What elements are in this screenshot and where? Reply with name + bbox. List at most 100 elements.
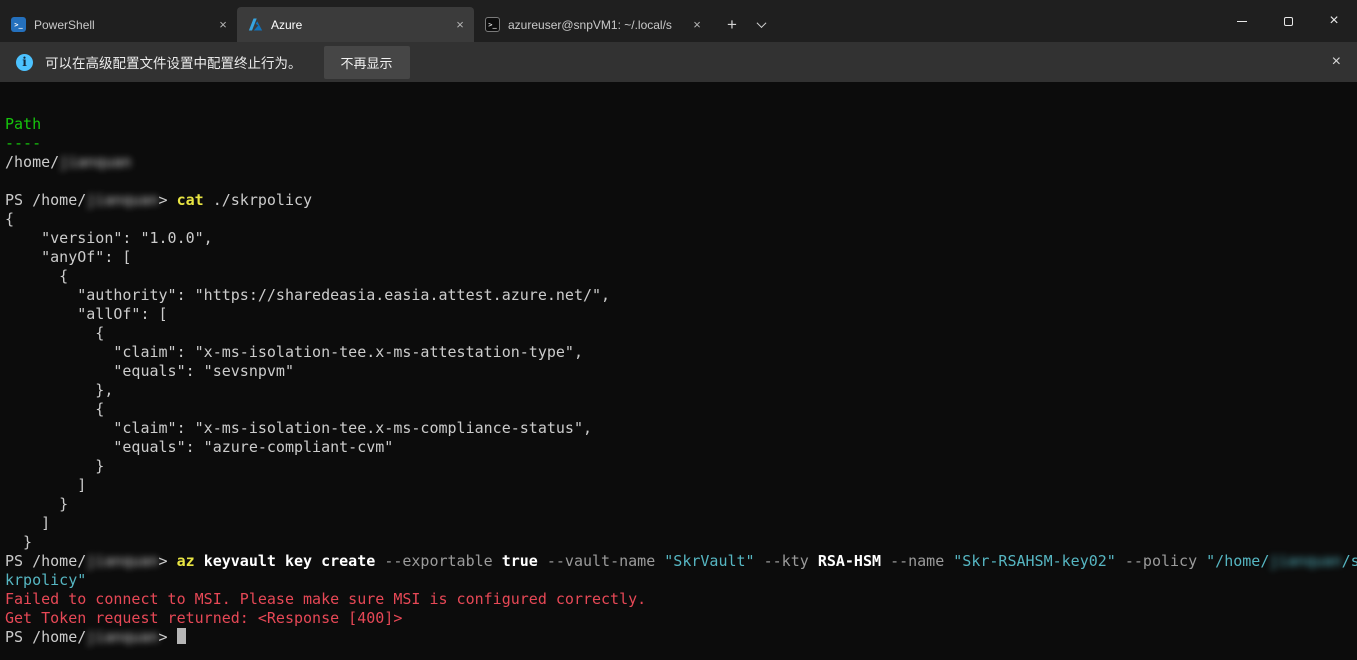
terminal-text: Path: [5, 115, 42, 133]
tab-close-icon[interactable]: ×: [215, 17, 231, 33]
azure-icon: [248, 17, 263, 32]
tab-close-icon[interactable]: ×: [689, 17, 705, 33]
terminal-text: "claim": "x-ms-isolation-tee.x-ms-compli…: [5, 419, 592, 437]
terminal-text: RSA-HSM: [817, 552, 882, 570]
terminal-text: {: [5, 210, 15, 228]
terminal-text: PS /home/: [5, 628, 87, 646]
minimize-button[interactable]: [1219, 0, 1265, 42]
terminal-text: keyvault key create: [203, 552, 376, 570]
terminal-line: "anyOf": [: [5, 248, 1357, 267]
notification-bar: i 可以在高级配置文件设置中配置终止行为。 不再显示 ×: [0, 42, 1357, 82]
redacted-text: jianquan: [86, 628, 159, 646]
terminal-text: PS /home/: [5, 552, 87, 570]
terminal-line: "claim": "x-ms-isolation-tee.x-ms-attest…: [5, 343, 1357, 362]
terminal-text: --vault-name: [546, 552, 656, 570]
close-button[interactable]: ×: [1311, 0, 1357, 42]
terminal-text: az: [176, 552, 195, 570]
terminal-line: {: [5, 267, 1357, 286]
terminal-line: }: [5, 495, 1357, 514]
terminal-window: >_ PowerShell × Azure × >_ azureuser@snp…: [0, 0, 1357, 660]
console-icon: >_: [485, 17, 500, 32]
terminal-text: true: [501, 552, 538, 570]
terminal-text: ]: [5, 476, 87, 494]
terminal-text: /s: [1341, 552, 1357, 570]
window-controls: ×: [1219, 0, 1357, 42]
terminal-text: },: [5, 381, 114, 399]
terminal-line: PS /home/jianquan> az keyvault key creat…: [5, 552, 1357, 571]
tab-ssh-session[interactable]: >_ azureuser@snpVM1: ~/.local/s ×: [474, 7, 711, 42]
terminal-line: "claim": "x-ms-isolation-tee.x-ms-compli…: [5, 419, 1357, 438]
terminal-text: }: [5, 533, 33, 551]
close-icon: ×: [1329, 12, 1339, 29]
terminal-text: >: [158, 191, 177, 209]
tab-powershell[interactable]: >_ PowerShell ×: [0, 7, 237, 42]
terminal-line: {: [5, 210, 1357, 229]
tab-close-icon[interactable]: ×: [452, 17, 468, 33]
terminal-text: {: [5, 400, 105, 418]
terminal-line: }: [5, 457, 1357, 476]
terminal-line: },: [5, 381, 1357, 400]
new-tab-button[interactable]: +: [717, 7, 747, 42]
powershell-icon: >_: [11, 17, 26, 32]
terminal-text: Failed to connect to MSI. Please make su…: [5, 590, 647, 608]
terminal-text: "version": "1.0.0",: [5, 229, 213, 247]
tab-dropdown-button[interactable]: [747, 7, 775, 42]
redacted-text: jianquan: [86, 552, 159, 570]
terminal-text: {: [5, 324, 105, 342]
terminal-line: ]: [5, 476, 1357, 495]
terminal-line: "equals": "azure-compliant-cvm": [5, 438, 1357, 457]
maximize-icon: [1283, 16, 1293, 26]
terminal-line: }: [5, 533, 1357, 552]
terminal-text: }: [5, 457, 105, 475]
terminal-text: {: [5, 267, 69, 285]
terminal-text: --name: [890, 552, 945, 570]
terminal-line: "equals": "sevsnpvm": [5, 362, 1357, 381]
tab-azure[interactable]: Azure ×: [237, 7, 474, 42]
terminal-line: "allOf": [: [5, 305, 1357, 324]
terminal-text: ./skrpolicy: [203, 191, 313, 209]
redacted-text: jianquan: [59, 153, 132, 171]
terminal-text: "equals": "azure-compliant-cvm": [5, 438, 394, 456]
terminal-text: ----: [5, 134, 42, 152]
titlebar[interactable]: >_ PowerShell × Azure × >_ azureuser@snp…: [0, 0, 1357, 42]
maximize-button[interactable]: [1265, 0, 1311, 42]
terminal-text: --exportable: [384, 552, 493, 570]
terminal-line: krpolicy": [5, 571, 1357, 590]
terminal-line: "version": "1.0.0",: [5, 229, 1357, 248]
dismiss-button[interactable]: 不再显示: [323, 45, 410, 79]
redacted-text: jianquan: [86, 191, 159, 209]
terminal-line: /home/jianquan: [5, 153, 1357, 172]
tab-title: azureuser@snpVM1: ~/.local/s: [508, 17, 672, 32]
terminal-line: {: [5, 324, 1357, 343]
terminal-text: "anyOf": [: [5, 248, 132, 266]
terminal-line: Path: [5, 115, 1357, 134]
terminal-text: ]: [5, 514, 51, 532]
terminal-line: ----: [5, 134, 1357, 153]
notification-text: 可以在高级配置文件设置中配置终止行为。: [45, 56, 302, 71]
terminal-line: Failed to connect to MSI. Please make su…: [5, 590, 1357, 609]
notification-close-icon[interactable]: ×: [1332, 54, 1341, 70]
terminal-line: Get Token request returned: <Response [4…: [5, 609, 1357, 628]
terminal-text: "claim": "x-ms-isolation-tee.x-ms-attest…: [5, 343, 583, 361]
terminal-text: }: [5, 495, 69, 513]
redacted-text: jianquan: [1269, 552, 1342, 570]
terminal-text: "equals": "sevsnpvm": [5, 362, 294, 380]
drag-region[interactable]: [775, 0, 1219, 42]
terminal-text: cat: [176, 191, 204, 209]
terminal-text: --policy: [1124, 552, 1198, 570]
terminal-text: "allOf": [: [5, 305, 168, 323]
terminal-text: "authority": "https://sharedeasia.easia.…: [5, 286, 611, 304]
terminal-text: >: [158, 628, 177, 646]
terminal-text: "Skr-RSAHSM-key02": [953, 552, 1116, 570]
chevron-down-icon: [756, 18, 766, 29]
terminal-content[interactable]: Path ----/home/jianquan PS /home/jianquan…: [0, 82, 1357, 660]
